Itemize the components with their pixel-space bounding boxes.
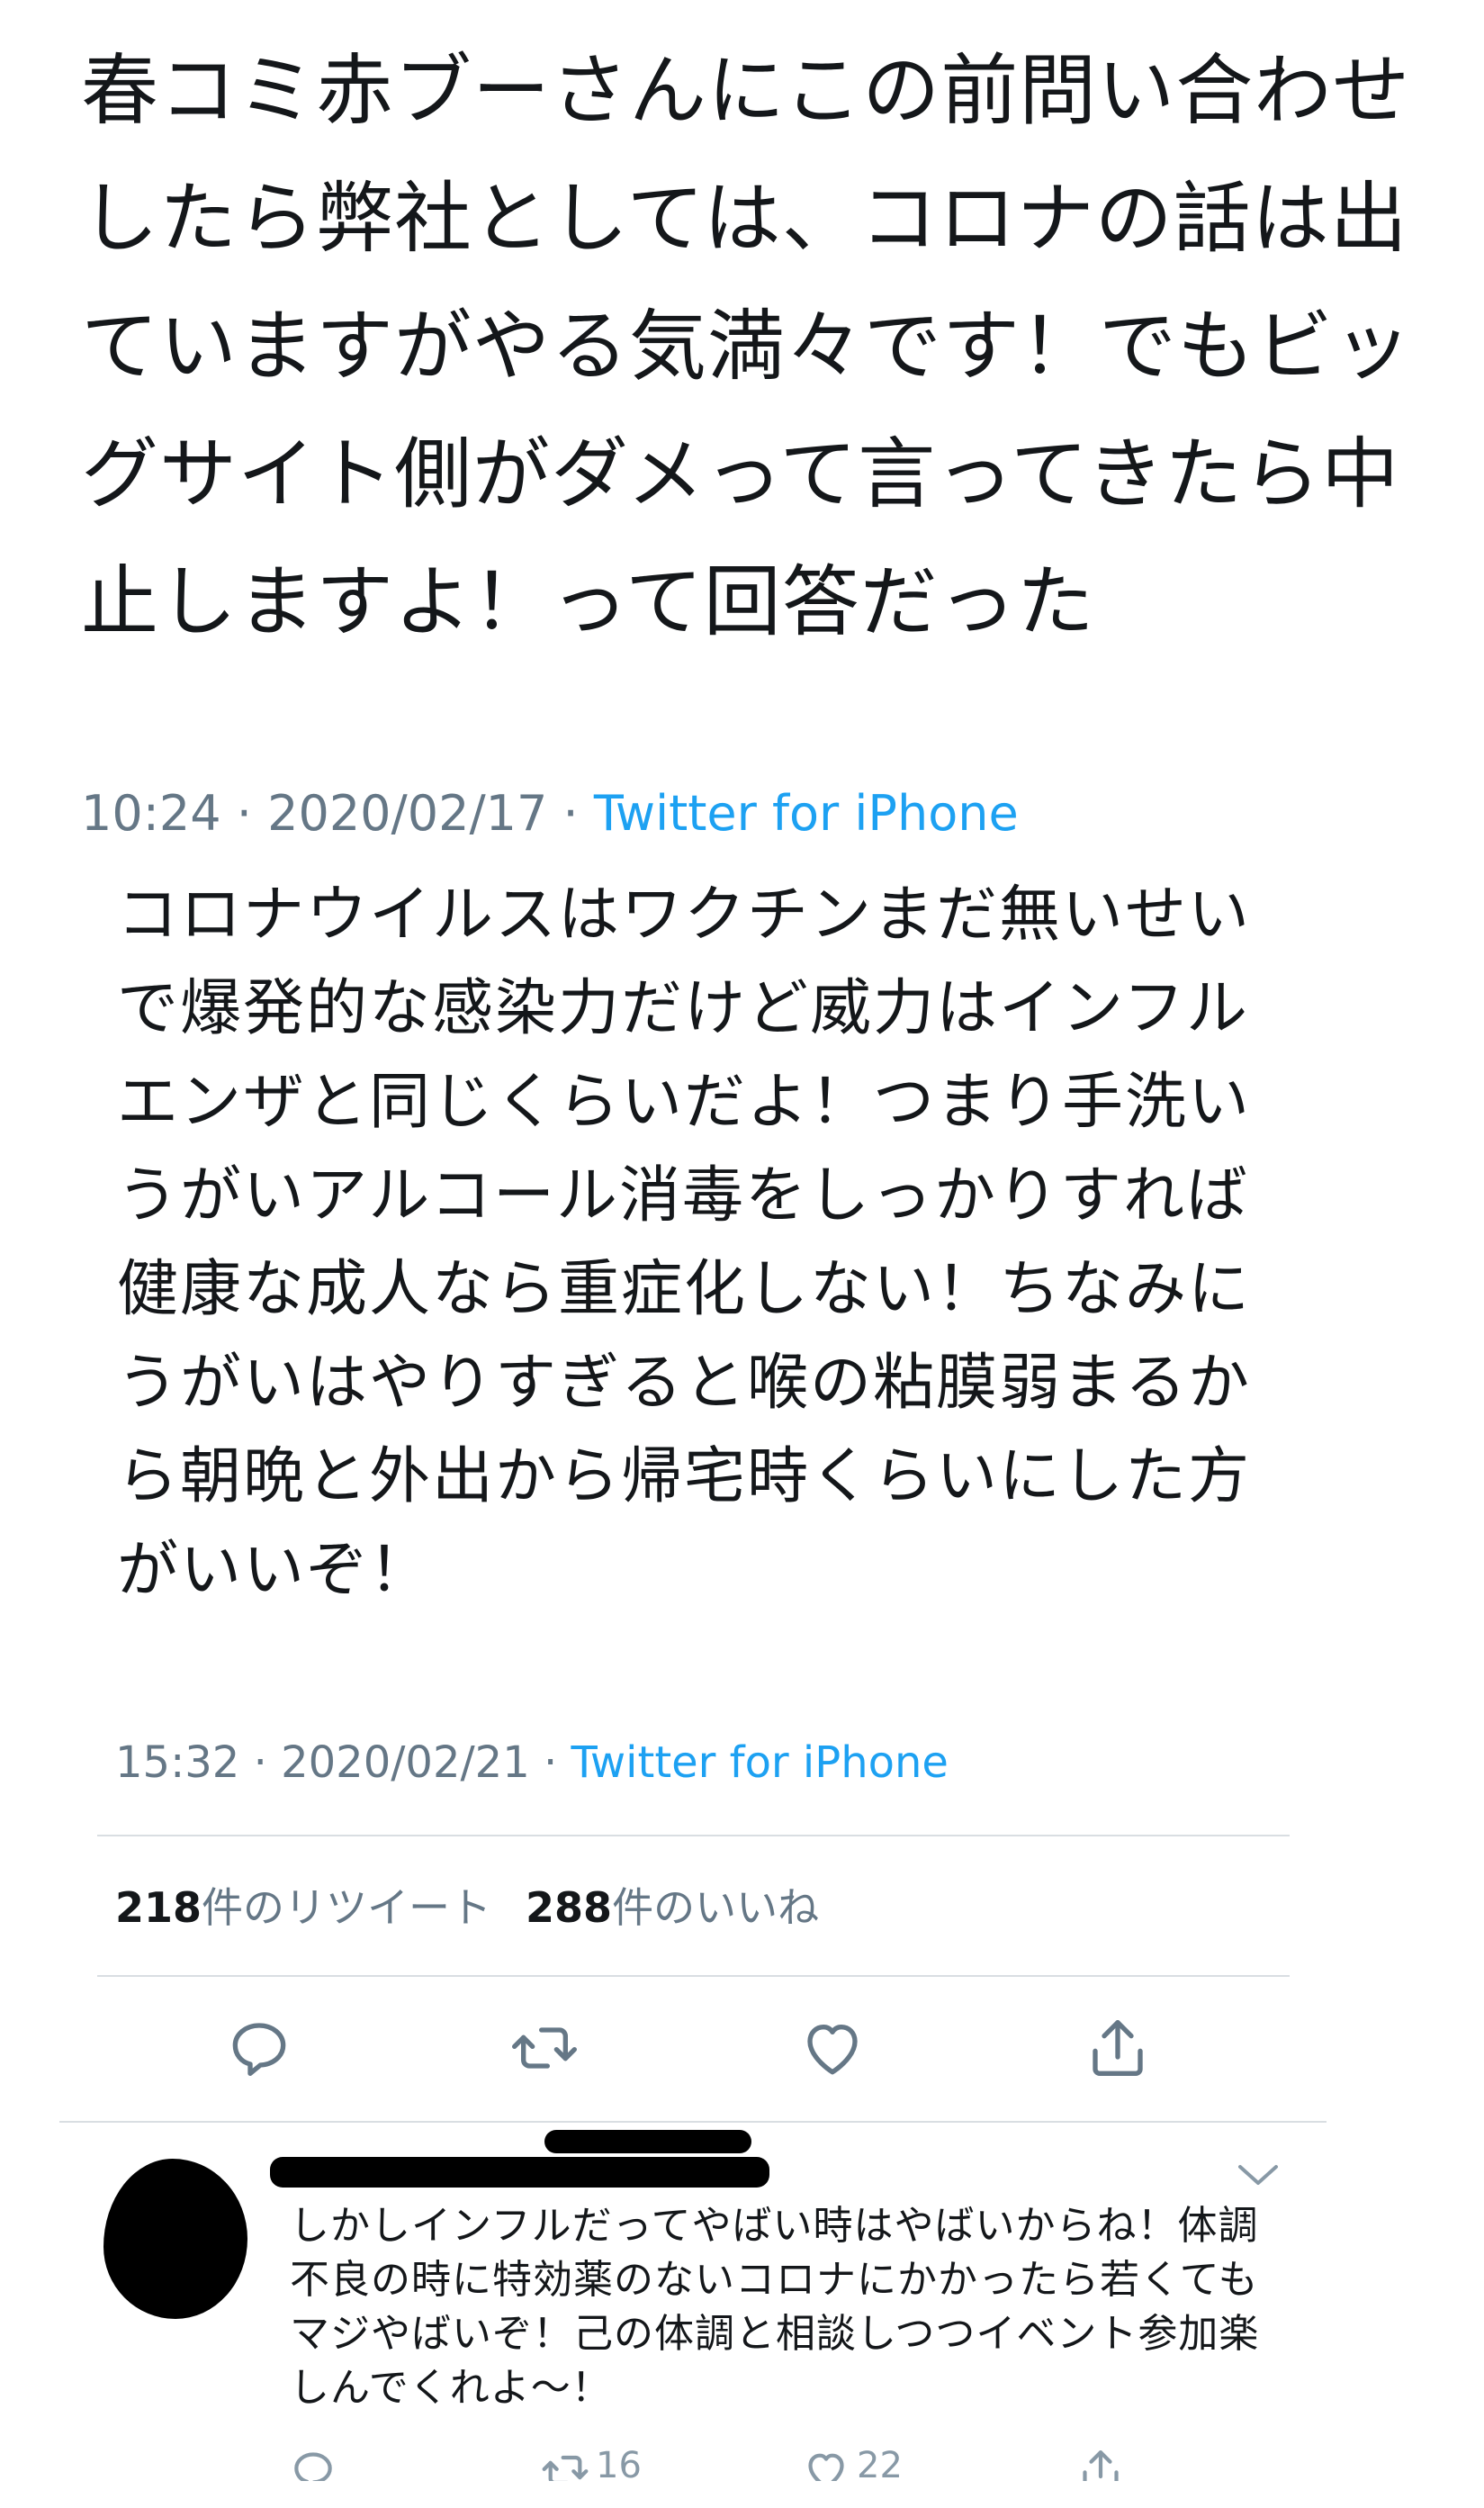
tweet-timestamp: 10:24 · 2020/02/17 · xyxy=(81,785,594,842)
reply-actions: 16 22 xyxy=(288,2445,1188,2481)
tweet-source-link[interactable]: Twitter for iPhone xyxy=(571,1737,949,1788)
reply-button[interactable] xyxy=(288,2445,338,2481)
share-button[interactable] xyxy=(1075,2445,1126,2481)
retweet-count: 16 xyxy=(596,2445,642,2481)
reply-icon xyxy=(294,2452,332,2481)
retweet-icon xyxy=(542,2455,589,2481)
like-button[interactable]: 22 xyxy=(801,2445,903,2481)
like-label: 件のいいね xyxy=(612,1883,820,1932)
tweet-stats: 218件のリツイート 288件のいいね xyxy=(115,1875,819,1935)
retweet-button[interactable]: 16 xyxy=(540,2445,642,2481)
chevron-down-icon[interactable] xyxy=(1233,2156,1283,2192)
reply-button[interactable] xyxy=(223,2012,295,2084)
retweet-icon xyxy=(512,2027,577,2069)
share-icon xyxy=(1093,2020,1143,2076)
reply-text: しかしインフルだってやばい時はやばいからね！体調不良の時に特効薬のないコロナにか… xyxy=(290,2203,1260,2411)
heart-icon xyxy=(807,2025,858,2075)
tweet-meta: 10:24 · 2020/02/17 · Twitter for iPhone xyxy=(81,785,1019,842)
like-count: 288 xyxy=(526,1883,613,1932)
avatar[interactable] xyxy=(103,2159,247,2319)
share-button[interactable] xyxy=(1082,2012,1154,2084)
heart-icon xyxy=(808,2453,844,2481)
divider xyxy=(97,1835,1290,1836)
redaction-mark xyxy=(544,2130,751,2153)
tweet-source-link[interactable]: Twitter for iPhone xyxy=(594,785,1019,842)
tweet-text: 春コミ赤ブーさんにこの前問い合わせしたら弊社としては、コロナの話は出ていますがや… xyxy=(81,46,1412,647)
redaction-mark xyxy=(270,2157,769,2188)
tweet-timestamp: 15:32 · 2020/02/21 · xyxy=(115,1737,571,1788)
retweet-label: 件のリツイート xyxy=(202,1883,492,1932)
like-button[interactable] xyxy=(796,2012,868,2084)
like-stat[interactable]: 288件のいいね xyxy=(526,1883,819,1932)
retweet-stat[interactable]: 218件のリツイート xyxy=(115,1883,491,1932)
share-icon xyxy=(1083,2450,1119,2481)
divider xyxy=(59,2121,1327,2123)
retweet-count: 218 xyxy=(115,1883,202,1932)
retweet-button[interactable] xyxy=(508,2012,580,2084)
tweet-meta: 15:32 · 2020/02/21 · Twitter for iPhone xyxy=(115,1737,949,1788)
like-count: 22 xyxy=(857,2445,903,2481)
reply-icon xyxy=(232,2023,286,2076)
divider xyxy=(97,1975,1290,1977)
tweet-text: コロナウイルスはワクチンまだ無いせいで爆発的な感染力だけど威力はインフルエンザと… xyxy=(117,880,1252,1606)
